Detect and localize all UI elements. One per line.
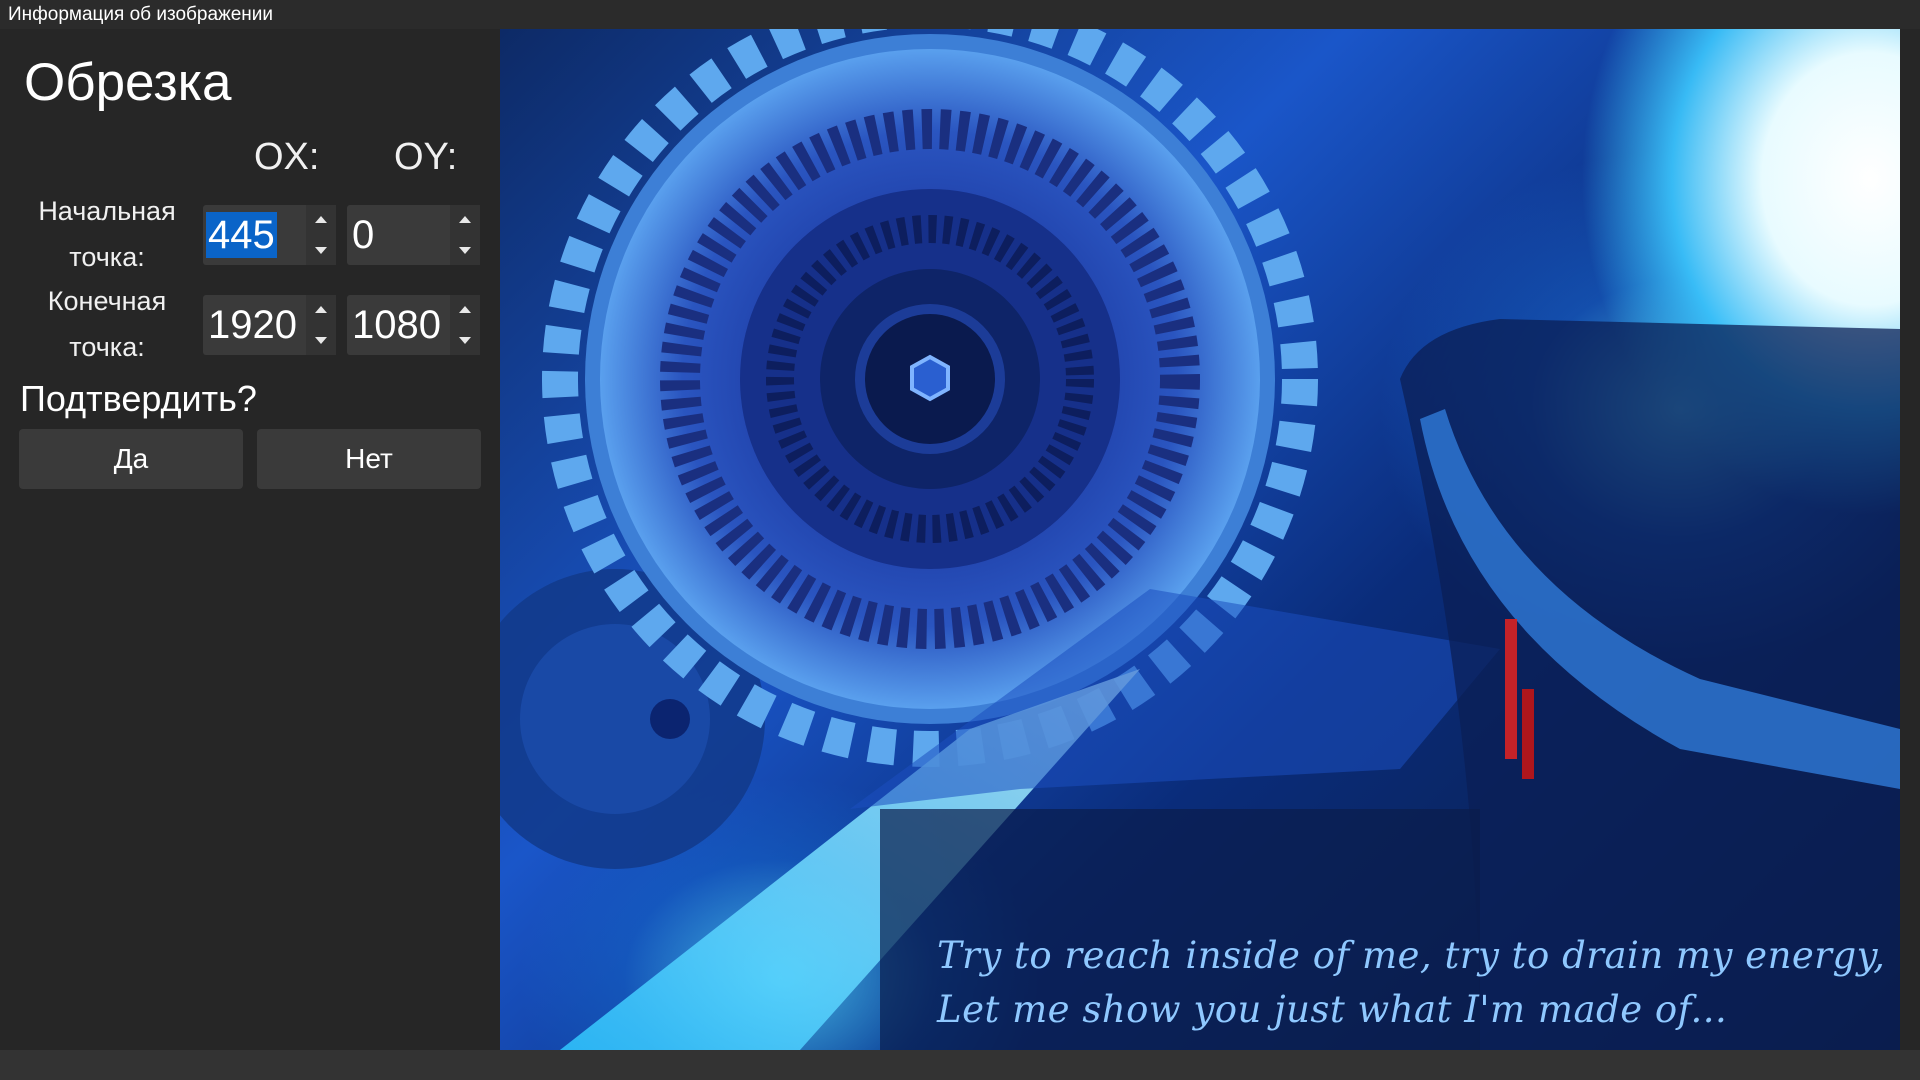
- start-x-spinbox[interactable]: 445: [203, 205, 336, 265]
- arrow-up-icon: [315, 216, 327, 223]
- arrow-down-icon: [315, 337, 327, 344]
- end-point-label-line1: Конечная: [47, 286, 167, 316]
- confirm-question: Подтвердить?: [20, 378, 257, 419]
- start-x-value[interactable]: 445: [206, 212, 277, 258]
- no-button[interactable]: Нет: [257, 429, 481, 489]
- arrow-up-icon: [315, 306, 327, 313]
- start-y-decrement-button[interactable]: [450, 236, 480, 265]
- arrow-down-icon: [315, 247, 327, 254]
- end-point-label: Конечная точка:: [22, 278, 192, 370]
- arrow-up-icon: [459, 306, 471, 313]
- artwork-caption: Try to reach inside of me, try to drain …: [937, 929, 1885, 1037]
- end-y-spinbox[interactable]: 1080: [347, 295, 480, 355]
- start-point-label-line1: Начальная: [38, 196, 176, 226]
- image-preview: Try to reach inside of me, try to drain …: [500, 29, 1900, 1050]
- yes-button[interactable]: Да: [19, 429, 243, 489]
- start-x-increment-button[interactable]: [306, 205, 336, 234]
- arrow-down-icon: [459, 337, 471, 344]
- end-y-increment-button[interactable]: [450, 295, 480, 324]
- end-x-value[interactable]: 1920: [206, 302, 299, 348]
- end-x-increment-button[interactable]: [306, 295, 336, 324]
- start-y-value[interactable]: 0: [350, 212, 376, 258]
- artwork-caption-line2: Let me show you just what I'm made of...: [937, 988, 1728, 1031]
- start-y-spinbox[interactable]: 0: [347, 205, 480, 265]
- crop-panel: [0, 29, 500, 1050]
- end-y-decrement-button[interactable]: [450, 326, 480, 355]
- end-x-decrement-button[interactable]: [306, 326, 336, 355]
- oy-label: OY:: [394, 136, 458, 178]
- end-x-spinbox[interactable]: 1920: [203, 295, 336, 355]
- window-title: Информация об изображении: [0, 0, 1920, 29]
- artwork-caption-line1: Try to reach inside of me, try to drain …: [937, 934, 1886, 977]
- arrow-up-icon: [459, 216, 471, 223]
- end-point-label-line2: точка:: [69, 332, 145, 362]
- start-x-decrement-button[interactable]: [306, 236, 336, 265]
- status-bar: [0, 1050, 1920, 1080]
- start-point-label-line2: точка:: [69, 242, 145, 272]
- start-y-increment-button[interactable]: [450, 205, 480, 234]
- right-edge: [1900, 29, 1920, 1050]
- start-point-label: Начальная точка:: [22, 188, 192, 280]
- end-y-value[interactable]: 1080: [350, 302, 443, 348]
- gears-artwork: [500, 29, 1900, 1050]
- arrow-down-icon: [459, 247, 471, 254]
- ox-label: OX:: [254, 136, 320, 178]
- crop-heading: Обрезка: [24, 53, 232, 112]
